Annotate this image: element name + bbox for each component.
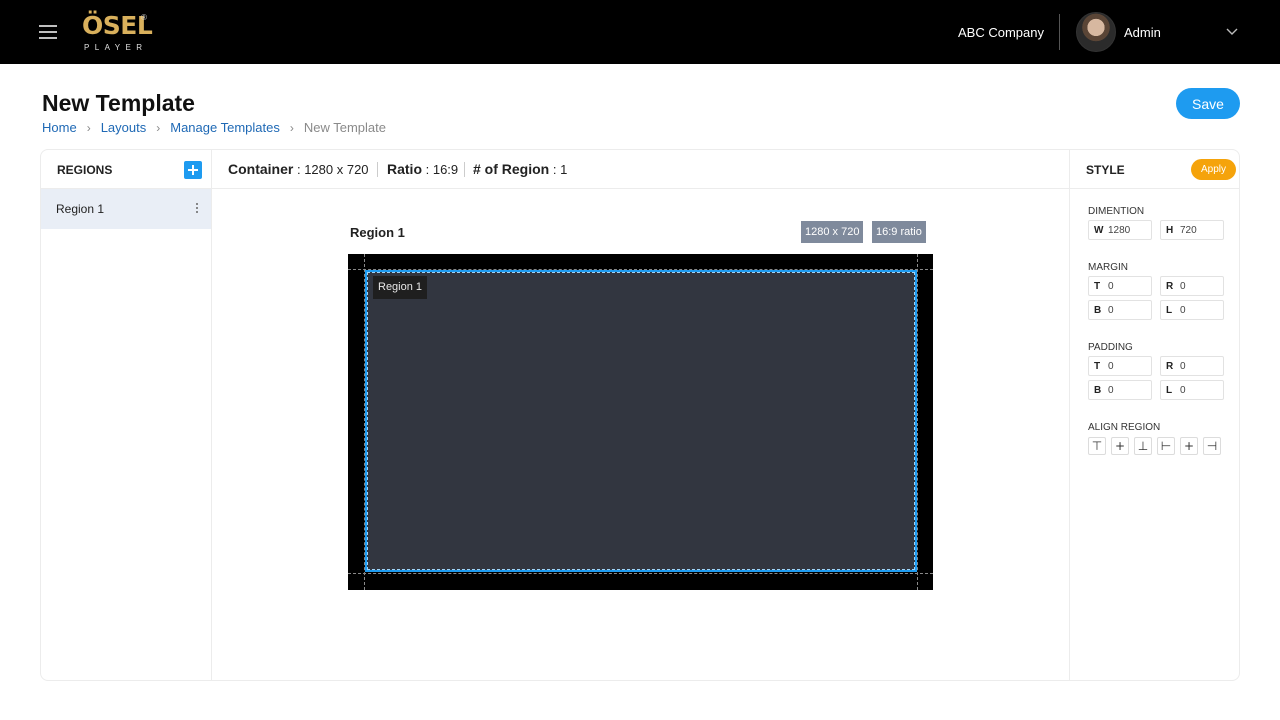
- size-tag: 1280 x 720: [801, 221, 864, 243]
- margin-top-label: T: [1094, 281, 1101, 292]
- hamburger-icon[interactable]: [39, 25, 57, 39]
- region-item-label: Region 1: [56, 202, 105, 216]
- container-label: Container: [228, 161, 294, 177]
- guide-line: [917, 254, 918, 590]
- margin-label: MARGIN: [1088, 262, 1128, 273]
- width-field-label: W: [1094, 225, 1104, 236]
- padding-left-input[interactable]: [1180, 383, 1222, 398]
- padding-label: PADDING: [1088, 342, 1133, 353]
- ratio-label: Ratio: [387, 161, 422, 177]
- padding-left-field[interactable]: L: [1160, 380, 1224, 400]
- margin-bottom-input[interactable]: [1108, 303, 1150, 318]
- style-title: STYLE: [1086, 163, 1125, 177]
- add-region-button[interactable]: [184, 161, 202, 179]
- align-bottom-icon[interactable]: ⊥: [1134, 437, 1152, 455]
- breadcrumb-layouts[interactable]: Layouts: [101, 120, 147, 136]
- breadcrumb-manage-templates[interactable]: Manage Templates: [170, 120, 280, 136]
- regions-header: REGIONS: [41, 150, 212, 189]
- padding-top-field[interactable]: T: [1088, 356, 1152, 376]
- region-list-item[interactable]: Region 1: [41, 189, 211, 229]
- padding-bottom-label: B: [1094, 385, 1102, 396]
- align-top-icon[interactable]: ⊤: [1088, 437, 1106, 455]
- container-info: Container : 1280 x 720: [228, 161, 369, 178]
- chevron-right-icon: ›: [156, 121, 161, 135]
- padding-right-input[interactable]: [1180, 359, 1222, 374]
- region-count-value: : 1: [552, 162, 568, 177]
- divider: [464, 162, 465, 177]
- style-panel: STYLE Apply DIMENTION W H MARGIN T R B L: [1069, 150, 1239, 680]
- padding-bottom-input[interactable]: [1108, 383, 1150, 398]
- margin-left-input[interactable]: [1180, 303, 1222, 318]
- breadcrumb-current: New Template: [303, 120, 386, 135]
- region-count-info: # of Region : 1: [473, 161, 567, 178]
- logo[interactable]: ÖSEL ® PLAYER: [82, 12, 154, 54]
- apply-button[interactable]: Apply: [1191, 159, 1236, 180]
- region-count-label: # of Region: [473, 161, 550, 177]
- padding-top-input[interactable]: [1108, 359, 1150, 374]
- width-field[interactable]: W: [1088, 220, 1152, 240]
- align-left-icon[interactable]: ⊢: [1157, 437, 1175, 455]
- registered-mark: ®: [141, 13, 147, 22]
- breadcrumb: Home › Layouts › Manage Templates › New …: [42, 120, 386, 136]
- container-value: : 1280 x 720: [296, 162, 369, 177]
- logo-subtitle: PLAYER: [84, 43, 148, 52]
- height-field-label: H: [1166, 225, 1174, 236]
- layout-canvas[interactable]: Region 1: [348, 254, 933, 590]
- margin-right-field[interactable]: R: [1160, 276, 1224, 296]
- user-name[interactable]: Admin: [1124, 24, 1161, 41]
- divider: [377, 162, 378, 177]
- margin-right-input[interactable]: [1180, 279, 1222, 294]
- canvas-info-bar: Container : 1280 x 720 Ratio : 16:9 # of…: [212, 150, 1069, 189]
- margin-left-field[interactable]: L: [1160, 300, 1224, 320]
- height-input[interactable]: [1180, 223, 1222, 238]
- align-region-label: ALIGN REGION: [1088, 422, 1161, 433]
- style-header: STYLE Apply: [1070, 150, 1239, 189]
- top-bar: ÖSEL ® PLAYER ABC Company Admin: [0, 0, 1280, 64]
- avatar[interactable]: [1076, 12, 1116, 52]
- align-right-icon[interactable]: ⊣: [1203, 437, 1221, 455]
- divider: [1059, 14, 1060, 50]
- preview-region-title: Region 1: [350, 225, 405, 240]
- ratio-value: : 16:9: [425, 162, 459, 177]
- canvas-panel: Container : 1280 x 720 Ratio : 16:9 # of…: [212, 150, 1069, 680]
- padding-right-label: R: [1166, 361, 1174, 372]
- regions-panel: REGIONS Region 1: [41, 150, 212, 680]
- breadcrumb-home[interactable]: Home: [42, 120, 77, 136]
- ratio-info: Ratio : 16:9: [387, 161, 458, 178]
- padding-left-label: L: [1166, 385, 1173, 396]
- align-center-icon[interactable]: +: [1180, 437, 1198, 455]
- padding-right-field[interactable]: R: [1160, 356, 1224, 376]
- guide-line: [348, 573, 933, 574]
- margin-top-input[interactable]: [1108, 279, 1150, 294]
- margin-bottom-label: B: [1094, 305, 1102, 316]
- regions-title: REGIONS: [57, 163, 113, 177]
- padding-top-label: T: [1094, 361, 1101, 372]
- chevron-down-icon[interactable]: [1224, 24, 1240, 40]
- page-title: New Template: [42, 90, 195, 116]
- kebab-icon[interactable]: [195, 203, 199, 215]
- dimension-label: DIMENTION: [1088, 206, 1145, 217]
- chevron-right-icon: ›: [289, 121, 294, 135]
- margin-bottom-field[interactable]: B: [1088, 300, 1152, 320]
- width-input[interactable]: [1108, 223, 1150, 238]
- template-editor: REGIONS Region 1 Container : 1280 x 720 …: [40, 149, 1240, 681]
- align-middle-icon[interactable]: +: [1111, 437, 1129, 455]
- margin-top-field[interactable]: T: [1088, 276, 1152, 296]
- margin-left-label: L: [1166, 305, 1173, 316]
- ratio-tag: 16:9 ratio: [872, 221, 926, 243]
- region-badge: Region 1: [373, 276, 428, 299]
- height-field[interactable]: H: [1160, 220, 1224, 240]
- company-name: ABC Company: [958, 25, 1044, 40]
- save-button[interactable]: Save: [1176, 88, 1240, 119]
- region-box[interactable]: Region 1: [365, 270, 917, 572]
- margin-right-label: R: [1166, 281, 1174, 292]
- chevron-right-icon: ›: [86, 121, 91, 135]
- padding-bottom-field[interactable]: B: [1088, 380, 1152, 400]
